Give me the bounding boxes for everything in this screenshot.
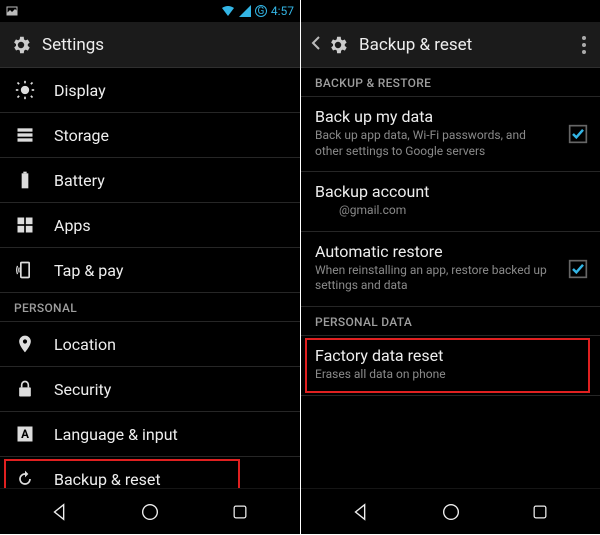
checkbox-checked-icon[interactable] [568, 124, 588, 144]
action-bar: Settings [0, 22, 300, 68]
nav-recent[interactable] [510, 489, 570, 535]
settings-gear-icon [10, 34, 32, 56]
row-battery[interactable]: Battery [0, 158, 300, 203]
row-security[interactable]: Security [0, 367, 300, 412]
screen-settings: G 4:57 Settings Display Storage Battery … [0, 0, 300, 534]
network-icon: G [255, 5, 267, 17]
wifi-icon [221, 5, 235, 17]
row-label: Display [54, 81, 106, 100]
row-storage[interactable]: Storage [0, 113, 300, 158]
display-icon [14, 79, 36, 101]
row-title: Back up my data [315, 107, 586, 126]
page-title: Settings [42, 35, 104, 55]
overflow-menu-icon[interactable] [578, 30, 590, 60]
security-icon [14, 378, 36, 400]
row-label: Tap & pay [54, 261, 123, 280]
row-location[interactable]: Location [0, 322, 300, 367]
back-caret-icon[interactable] [311, 35, 321, 55]
apps-icon [14, 214, 36, 236]
location-icon [14, 333, 36, 355]
storage-icon [14, 124, 36, 146]
row-subtitle: Erases all data on phone [315, 367, 586, 383]
nav-recent[interactable] [210, 489, 270, 535]
section-personal: PERSONAL [0, 293, 300, 322]
page-title: Backup & reset [359, 35, 472, 55]
row-title: Automatic restore [315, 242, 586, 261]
nav-back[interactable] [331, 489, 391, 535]
svg-text:A: A [21, 427, 29, 441]
nav-bar [0, 488, 300, 534]
row-subtitle: Back up app data, Wi-Fi passwords, and o… [315, 128, 586, 159]
row-label: Language & input [54, 425, 178, 444]
section-backup-restore: BACKUP & RESTORE [301, 68, 600, 97]
row-backup-reset[interactable]: Backup & reset [0, 457, 300, 488]
row-label: Battery [54, 171, 105, 190]
nav-home[interactable] [120, 489, 180, 535]
nav-back[interactable] [30, 489, 90, 535]
checkbox-checked-icon[interactable] [568, 259, 588, 279]
backup-list[interactable]: BACKUP & RESTORE Back up my data Back up… [301, 68, 600, 488]
row-backup-account[interactable]: Backup account @gmail.com [301, 172, 600, 232]
row-tap-pay[interactable]: Tap & pay [0, 248, 300, 293]
row-subtitle: @gmail.com [315, 203, 586, 219]
battery-icon [14, 169, 36, 191]
row-title: Factory data reset [315, 346, 586, 365]
row-apps[interactable]: Apps [0, 203, 300, 248]
settings-gear-icon[interactable] [327, 34, 349, 56]
settings-list[interactable]: Display Storage Battery Apps Tap & pay P… [0, 68, 300, 488]
nav-home[interactable] [421, 489, 481, 535]
row-language[interactable]: A Language & input [0, 412, 300, 457]
nav-bar [301, 488, 600, 534]
language-icon: A [14, 423, 36, 445]
section-personal-data: PERSONAL DATA [301, 307, 600, 336]
status-bar [301, 0, 600, 22]
screenshot-icon [6, 5, 18, 17]
row-title: Backup account [315, 182, 586, 201]
signal-icon [239, 5, 251, 17]
backup-reset-icon [14, 468, 36, 488]
clock: 4:57 [271, 4, 294, 18]
row-display[interactable]: Display [0, 68, 300, 113]
row-factory-reset[interactable]: Factory data reset Erases all data on ph… [301, 336, 600, 396]
row-label: Security [54, 380, 111, 399]
row-label: Location [54, 335, 116, 354]
tap-pay-icon [14, 259, 36, 281]
row-subtitle: When reinstalling an app, restore backed… [315, 263, 586, 294]
row-label: Storage [54, 126, 109, 145]
row-backup-my-data[interactable]: Back up my data Back up app data, Wi-Fi … [301, 97, 600, 172]
status-bar: G 4:57 [0, 0, 300, 22]
action-bar: Backup & reset [301, 22, 600, 68]
row-label: Backup & reset [54, 470, 161, 489]
row-automatic-restore[interactable]: Automatic restore When reinstalling an a… [301, 232, 600, 307]
row-label: Apps [54, 216, 91, 235]
screen-backup-reset: Backup & reset BACKUP & RESTORE Back up … [300, 0, 600, 534]
